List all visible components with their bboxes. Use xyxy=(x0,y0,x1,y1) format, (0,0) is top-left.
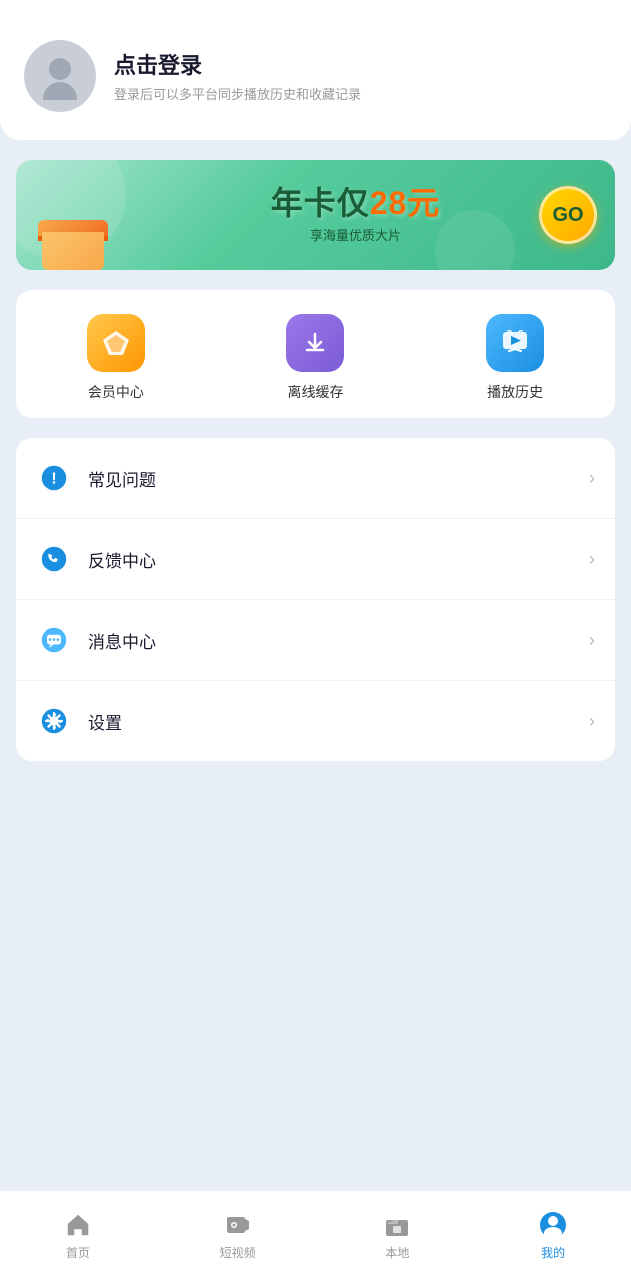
message-icon-wrap xyxy=(36,622,72,658)
home-nav-label: 首页 xyxy=(66,1244,90,1261)
message-icon xyxy=(40,626,68,654)
faq-arrow-icon: › xyxy=(589,468,595,489)
settings-gear-icon xyxy=(40,707,68,735)
nav-local[interactable]: 本地 xyxy=(363,1203,431,1269)
avatar xyxy=(24,40,96,112)
promo-banner[interactable]: 年卡仅28元 享海量优质大片 GO xyxy=(16,160,615,270)
profile-section[interactable]: 点击登录 登录后可以多平台同步播放历史和收藏记录 xyxy=(0,0,631,140)
local-icon xyxy=(383,1211,411,1239)
diamond-icon xyxy=(101,329,131,357)
nav-mine[interactable]: 我的 xyxy=(519,1203,587,1269)
banner-text: 年卡仅28元 享海量优质大片 xyxy=(271,186,441,244)
banner-sub-text: 享海量优质大片 xyxy=(271,225,441,244)
settings-menu-item[interactable]: 设置 › xyxy=(16,681,615,761)
mine-icon xyxy=(539,1211,567,1239)
mine-nav-label: 我的 xyxy=(541,1244,565,1261)
settings-icon-wrap xyxy=(36,703,72,739)
short-video-icon xyxy=(224,1211,252,1239)
banner-go-button[interactable]: GO xyxy=(539,186,597,244)
message-arrow-icon: › xyxy=(589,630,595,651)
quick-actions: 会员中心 离线缓存 播放历史 xyxy=(16,290,615,418)
history-icon xyxy=(486,314,544,372)
download-arrow-icon xyxy=(302,330,328,356)
history-label: 播放历史 xyxy=(487,382,543,402)
avatar-person-icon xyxy=(42,58,78,94)
bottom-navigation: 首页 短视频 本地 xyxy=(0,1190,631,1280)
feedback-icon xyxy=(40,545,68,573)
banner-main-text: 年卡仅28元 xyxy=(271,186,441,221)
gift-illustration xyxy=(28,170,128,270)
faq-label: 常见问题 xyxy=(88,466,589,491)
vip-label: 会员中心 xyxy=(88,382,144,402)
nav-home[interactable]: 首页 xyxy=(44,1203,112,1269)
banner-deco-circle2 xyxy=(435,210,515,270)
feedback-arrow-icon: › xyxy=(589,549,595,570)
login-title[interactable]: 点击登录 xyxy=(114,48,361,80)
faq-icon: ! xyxy=(40,464,68,492)
local-nav-label: 本地 xyxy=(385,1244,409,1261)
vip-icon xyxy=(87,314,145,372)
offline-cache-button[interactable]: 离线缓存 xyxy=(286,314,344,402)
short-video-nav-label: 短视频 xyxy=(220,1244,256,1261)
profile-text: 点击登录 登录后可以多平台同步播放历史和收藏记录 xyxy=(114,48,361,104)
settings-label: 设置 xyxy=(88,709,589,734)
play-history-button[interactable]: 播放历史 xyxy=(486,314,544,402)
login-desc: 登录后可以多平台同步播放历史和收藏记录 xyxy=(114,86,361,104)
nav-short-video[interactable]: 短视频 xyxy=(200,1203,276,1269)
faq-menu-item[interactable]: ! 常见问题 › xyxy=(16,438,615,519)
play-tv-icon xyxy=(501,330,529,356)
download-icon xyxy=(286,314,344,372)
download-label: 离线缓存 xyxy=(287,382,343,402)
faq-icon-wrap: ! xyxy=(36,460,72,496)
menu-list: ! 常见问题 › 反馈中心 › xyxy=(16,438,615,761)
message-label: 消息中心 xyxy=(88,628,589,653)
feedback-label: 反馈中心 xyxy=(88,547,589,572)
svg-text:!: ! xyxy=(51,470,56,487)
settings-arrow-icon: › xyxy=(589,711,595,732)
message-menu-item[interactable]: 消息中心 › xyxy=(16,600,615,681)
divider xyxy=(0,418,631,438)
feedback-icon-wrap xyxy=(36,541,72,577)
banner-section: 年卡仅28元 享海量优质大片 GO xyxy=(0,140,631,290)
feedback-menu-item[interactable]: 反馈中心 › xyxy=(16,519,615,600)
vip-center-button[interactable]: 会员中心 xyxy=(87,314,145,402)
home-icon xyxy=(64,1211,92,1239)
